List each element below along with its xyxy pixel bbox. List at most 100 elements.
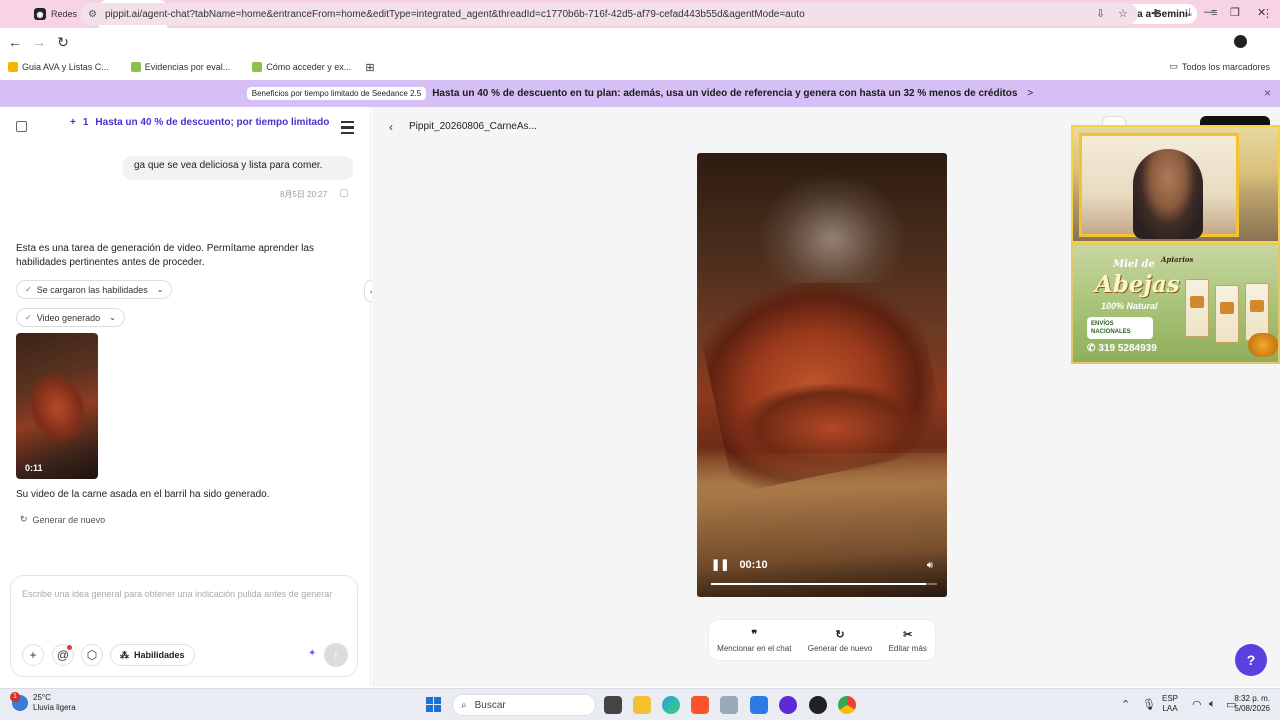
chevron-down-icon: ⌄ <box>109 313 116 322</box>
edge-icon[interactable] <box>662 696 680 714</box>
extensions-icon[interactable]: ✚ <box>1151 7 1160 20</box>
app-icon[interactable] <box>720 696 738 714</box>
apps-grid-icon[interactable]: ⊞ <box>365 61 374 74</box>
install-app-icon[interactable]: ⇩ <box>1096 7 1105 20</box>
help-button[interactable]: ? <box>1235 644 1267 676</box>
send-button[interactable]: ↑ <box>324 643 348 667</box>
bookmark-icon <box>130 62 141 72</box>
ad-phone: ✆ 319 5284939 <box>1087 343 1157 354</box>
pause-icon[interactable]: ❚❚ <box>711 558 729 571</box>
video-player[interactable]: ❚❚ 00:10 🔊︎ <box>697 153 947 597</box>
app-icon[interactable] <box>809 696 827 714</box>
site-info-icon[interactable]: ⚙ <box>88 9 97 20</box>
honey-jar-image <box>1215 285 1239 343</box>
question-icon: ? <box>1246 652 1256 668</box>
composer-placeholder: Escribe una idea general para obtener un… <box>22 589 333 599</box>
temperature: 25°C <box>33 693 51 702</box>
regenerate-button[interactable]: ↻ Generar de nuevo <box>808 628 873 653</box>
browser-menu-icon[interactable]: ⋮ <box>1262 7 1273 20</box>
skills-loaded-chip[interactable]: ✓ Se cargaron las habilidades ⌄ <box>16 280 173 299</box>
notification-dot <box>67 645 72 650</box>
file-explorer-icon[interactable] <box>633 696 651 714</box>
downloads-icon[interactable]: ⤓ <box>1187 7 1192 20</box>
scissors-icon: ✂ <box>903 628 913 641</box>
back-arrow-icon[interactable]: ‹ <box>389 120 393 134</box>
chat-panel: + 1 Hasta un 40 % de descuento; por tiem… <box>0 107 371 687</box>
chevron-up-icon[interactable]: ⌃ <box>1121 698 1130 711</box>
weather-condition: Lluvia ligera <box>33 703 76 712</box>
bookmark-icon <box>252 62 263 72</box>
honey-advertisement: Apiarios Miel de Abejas 100% Natural ENV… <box>1071 243 1280 364</box>
progress-fill <box>711 583 926 585</box>
profile-avatar[interactable] <box>1234 35 1247 48</box>
task-view-icon[interactable] <box>604 696 622 714</box>
bookmarks-bar: Guia AVA y Listas C... Evidencias por ev… <box>0 56 1280 78</box>
chevron-down-icon: ⌄ <box>156 285 164 294</box>
ad-shipping: ENVÍOS NACIONALES <box>1087 317 1153 339</box>
refresh-icon: ↻ <box>20 514 28 524</box>
prompt-composer[interactable]: Escribe una idea general para obtener un… <box>10 575 358 677</box>
history-icon[interactable] <box>341 121 354 134</box>
promo-message: Hasta un 40 % de descuento en tu plan: a… <box>432 88 1018 99</box>
promo-pill: Beneficios por tiempo limitado de Seedan… <box>246 87 427 100</box>
reload-icon[interactable]: ↻ <box>51 34 75 51</box>
chrome-icon[interactable] <box>838 696 856 714</box>
ad-line-1: Miel de <box>1113 259 1155 270</box>
clock[interactable]: 8:32 p. m. 5/08/2026 <box>1228 694 1270 714</box>
copy-icon[interactable] <box>340 189 348 197</box>
app-icon[interactable] <box>750 696 768 714</box>
maximize-icon[interactable]: ❐ <box>1230 6 1240 19</box>
volume-icon[interactable]: 🔈︎ <box>1209 698 1216 711</box>
close-icon[interactable]: × <box>1264 86 1271 100</box>
windows-taskbar: 1 25°C Lluvia ligera ⌕ Buscar ⌃ 🎙︎ ESP L… <box>0 688 1280 720</box>
add-attachment-button[interactable]: + <box>22 644 44 666</box>
microphone-icon[interactable]: 🎙︎ <box>1142 698 1156 711</box>
volume-icon[interactable]: 🔊︎ <box>927 560 933 571</box>
sidebar-toggle-icon[interactable] <box>16 121 27 132</box>
sparkle-icon[interactable]: ✦ <box>308 648 316 659</box>
all-bookmarks[interactable]: ▭ Todos los marcadores <box>1169 61 1270 72</box>
check-icon: ✓ <box>25 313 32 322</box>
skills-button[interactable]: ⁂ Habilidades <box>110 644 195 666</box>
start-button[interactable] <box>426 697 441 712</box>
reading-list-icon[interactable]: ≡ <box>1211 7 1217 19</box>
mention-in-chat-button[interactable]: ❞ Mencionar en el chat <box>717 628 791 653</box>
taskbar-search[interactable]: ⌕ Buscar <box>452 694 596 716</box>
plus-icon: + <box>70 117 76 128</box>
address-bar: ← → ↻ <box>0 28 1280 56</box>
regenerate-link[interactable]: ↻ Generar de nuevo <box>20 514 105 525</box>
bookmark-star-icon[interactable]: ☆ <box>1118 7 1128 20</box>
video-actions: ❞ Mencionar en el chat ↻ Generar de nuev… <box>708 619 936 661</box>
edit-more-button[interactable]: ✂ Editar más <box>889 628 927 653</box>
notification-badge: 1 <box>10 692 20 702</box>
bookmark-item[interactable]: Evidencias por eval... <box>127 62 235 72</box>
weather-widget[interactable]: 1 25°C Lluvia ligera <box>10 692 76 713</box>
back-icon[interactable]: ← <box>3 34 27 50</box>
promo-banner[interactable]: Beneficios por tiempo limitado de Seedan… <box>0 80 1280 107</box>
cube-icon[interactable]: ⬡ <box>81 644 103 666</box>
whatsapp-icon: ✆ <box>1087 343 1096 354</box>
playback-controls: ❚❚ 00:10 <box>711 558 768 572</box>
url-bar[interactable]: ⚙ pippit.ai/agent-chat?tabName=home&entr… <box>80 3 1138 25</box>
ad-line-2: Abejas <box>1095 271 1180 298</box>
app-icon[interactable] <box>779 696 797 714</box>
wifi-icon[interactable]: ◠ <box>1192 698 1202 711</box>
video-thumbnail[interactable]: 0:11 <box>16 333 98 479</box>
language-indicator[interactable]: ESP LAA <box>1162 694 1178 714</box>
webcam-overlay: Apiarios Miel de Abejas 100% Natural ENV… <box>1071 125 1280 364</box>
refresh-icon: ↻ <box>835 628 845 641</box>
tab-favicon-icon: ◉ <box>34 8 46 20</box>
progress-bar[interactable] <box>711 583 937 585</box>
mention-button[interactable]: @ <box>52 644 74 666</box>
honeycomb-image <box>1248 333 1278 357</box>
discount-text: Hasta un 40 % de descuento; por tiempo l… <box>95 117 330 128</box>
discount-banner[interactable]: + 1 Hasta un 40 % de descuento; por tiem… <box>70 117 329 128</box>
ad-brand: Apiarios <box>1161 255 1194 264</box>
video-generated-chip[interactable]: ✓ Video generado ⌄ <box>16 308 125 327</box>
bookmark-item[interactable]: Guia AVA y Listas C... <box>4 62 113 72</box>
brave-icon[interactable] <box>691 696 709 714</box>
chevron-right-icon[interactable]: > <box>1027 88 1033 99</box>
forward-icon[interactable]: → <box>27 34 51 50</box>
discount-count: 1 <box>82 117 89 128</box>
bookmark-item[interactable]: Cómo acceder y ex... <box>248 62 355 72</box>
